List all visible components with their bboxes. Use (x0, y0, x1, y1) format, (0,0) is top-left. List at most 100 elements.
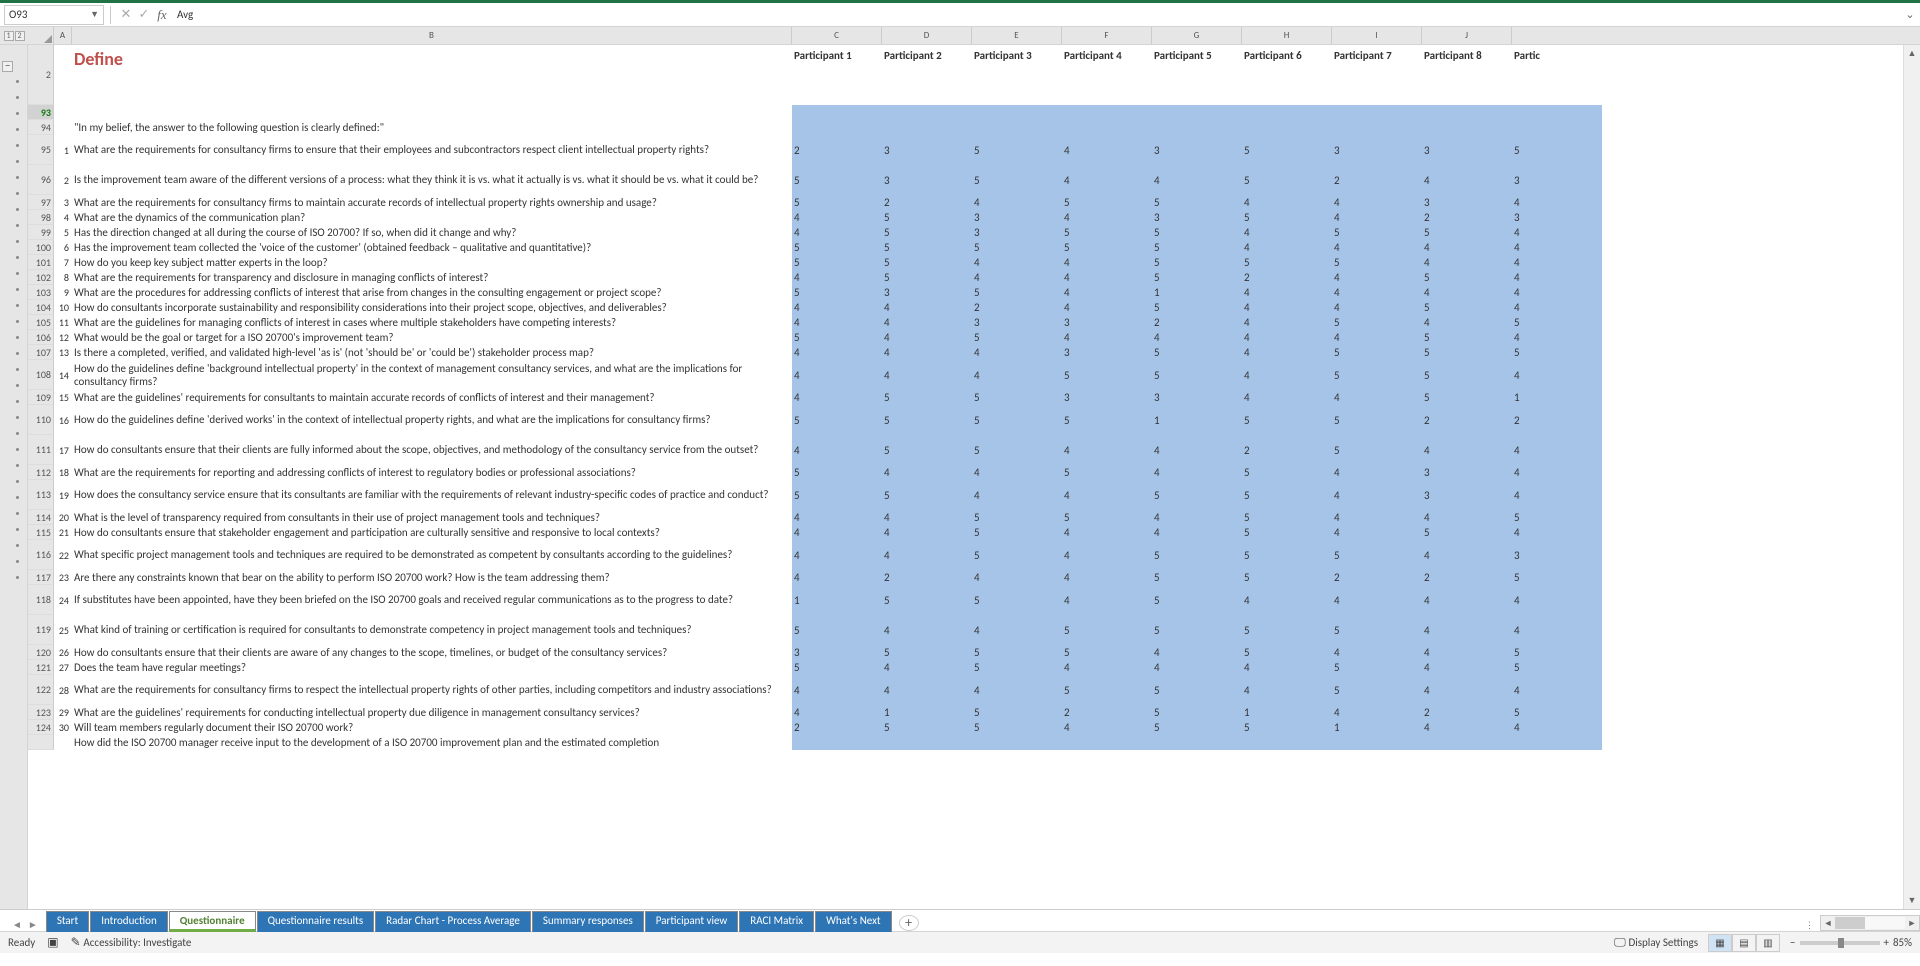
participant-header[interactable]: Participant 7 (1332, 45, 1422, 105)
response-cell[interactable] (1332, 120, 1422, 135)
response-cell[interactable]: 5 (1242, 255, 1332, 270)
response-cell[interactable]: 5 (1422, 330, 1512, 345)
response-cell[interactable]: 5 (1512, 645, 1602, 660)
question-text[interactable]: What is the level of transparency requir… (72, 510, 792, 525)
response-cell[interactable]: 5 (1152, 300, 1242, 315)
response-cell[interactable]: 5 (972, 240, 1062, 255)
response-cell[interactable] (1062, 120, 1152, 135)
response-cell[interactable]: 4 (792, 510, 882, 525)
view-page-break-icon[interactable]: ▥ (1756, 934, 1780, 952)
response-cell[interactable]: 4 (792, 540, 882, 570)
response-cell[interactable]: 5 (1242, 615, 1332, 645)
question-number[interactable]: 9 (54, 285, 72, 300)
response-cell[interactable]: 5 (1332, 405, 1422, 435)
column-header-J[interactable]: J (1422, 27, 1512, 44)
response-cell[interactable]: 4 (792, 315, 882, 330)
zoom-in-button[interactable]: + (1884, 936, 1889, 949)
response-cell[interactable]: 5 (1332, 615, 1422, 645)
response-cell[interactable]: 3 (1062, 315, 1152, 330)
row-header[interactable]: 100 (28, 240, 54, 255)
outline-level-2[interactable]: 2 (15, 31, 25, 41)
row-header[interactable]: 121 (28, 660, 54, 675)
response-cell[interactable]: 4 (972, 570, 1062, 585)
response-cell[interactable]: 4 (1512, 195, 1602, 210)
response-cell[interactable]: 5 (882, 645, 972, 660)
sheet-tab-raci-matrix[interactable]: RACI Matrix (739, 911, 814, 932)
question-number[interactable]: 2 (54, 165, 72, 195)
question-text[interactable]: What are the guidelines for managing con… (72, 315, 792, 330)
response-cell[interactable]: 5 (1332, 675, 1422, 705)
response-cell[interactable]: 5 (1152, 225, 1242, 240)
response-cell[interactable]: 5 (1152, 195, 1242, 210)
response-cell[interactable]: 4 (882, 315, 972, 330)
formula-content[interactable]: Avg (171, 8, 1900, 21)
question-number[interactable]: 23 (54, 570, 72, 585)
response-cell[interactable]: 5 (1242, 525, 1332, 540)
response-cell[interactable]: 5 (972, 135, 1062, 165)
sheet-tab-start[interactable]: Start (46, 911, 89, 932)
response-cell[interactable]: 2 (1422, 210, 1512, 225)
zoom-slider-track[interactable] (1800, 941, 1880, 945)
response-cell[interactable] (1422, 105, 1512, 120)
column-header-I[interactable]: I (1332, 27, 1422, 44)
response-cell[interactable]: 5 (1332, 540, 1422, 570)
response-cell[interactable]: 5 (1512, 660, 1602, 675)
response-cell[interactable] (792, 105, 882, 120)
zoom-out-button[interactable]: − (1790, 936, 1795, 949)
question-number[interactable]: 11 (54, 315, 72, 330)
response-cell[interactable]: 4 (1422, 240, 1512, 255)
response-cell[interactable]: 5 (1242, 480, 1332, 510)
response-cell[interactable]: 1 (882, 705, 972, 720)
question-text[interactable]: Has the improvement team collected the '… (72, 240, 792, 255)
response-cell[interactable]: 5 (1062, 615, 1152, 645)
question-number[interactable]: 13 (54, 345, 72, 360)
sheet-tab-questionnaire-results[interactable]: Questionnaire results (257, 911, 375, 932)
response-cell[interactable]: 4 (1242, 240, 1332, 255)
response-cell[interactable]: 2 (792, 720, 882, 735)
question-number[interactable]: 14 (54, 360, 72, 390)
response-cell[interactable]: 4 (1242, 330, 1332, 345)
response-cell[interactable]: 5 (792, 255, 882, 270)
response-cell[interactable]: 4 (1332, 510, 1422, 525)
response-cell[interactable]: 1 (1152, 285, 1242, 300)
response-cell[interactable]: 4 (882, 510, 972, 525)
response-cell[interactable]: 5 (1512, 705, 1602, 720)
question-text[interactable]: What are the requirements for transparen… (72, 270, 792, 285)
question-number[interactable]: 6 (54, 240, 72, 255)
response-cell[interactable]: 5 (1242, 510, 1332, 525)
response-cell[interactable]: 4 (1422, 285, 1512, 300)
response-cell[interactable]: 5 (882, 225, 972, 240)
response-cell[interactable] (792, 735, 882, 750)
response-cell[interactable]: 4 (1332, 330, 1422, 345)
question-text[interactable]: Are there any constraints known that bea… (72, 570, 792, 585)
question-number[interactable] (54, 120, 72, 135)
question-text[interactable]: What are the requirements for consultanc… (72, 195, 792, 210)
response-cell[interactable]: 3 (1512, 165, 1602, 195)
response-cell[interactable]: 5 (1152, 570, 1242, 585)
response-cell[interactable]: 4 (972, 465, 1062, 480)
response-cell[interactable]: 5 (1332, 255, 1422, 270)
response-cell[interactable] (882, 735, 972, 750)
response-cell[interactable]: 2 (1242, 270, 1332, 285)
response-cell[interactable] (1242, 120, 1332, 135)
response-cell[interactable] (972, 105, 1062, 120)
response-cell[interactable]: 4 (1152, 465, 1242, 480)
vertical-scrollbar[interactable]: ▲ ▼ (1903, 45, 1920, 909)
response-cell[interactable]: 3 (882, 135, 972, 165)
response-cell[interactable]: 5 (882, 585, 972, 615)
response-cell[interactable]: 3 (1152, 135, 1242, 165)
row-header[interactable]: 97 (28, 195, 54, 210)
response-cell[interactable]: 5 (882, 240, 972, 255)
question-number[interactable]: 4 (54, 210, 72, 225)
response-cell[interactable]: 4 (1242, 195, 1332, 210)
view-page-layout-icon[interactable]: ▤ (1732, 934, 1756, 952)
sheet-tab-introduction[interactable]: Introduction (90, 911, 168, 932)
tab-options-icon[interactable]: ⋮ (1805, 920, 1814, 931)
row-header[interactable]: 114 (28, 510, 54, 525)
response-cell[interactable]: 3 (1062, 390, 1152, 405)
response-cell[interactable] (1332, 735, 1422, 750)
scroll-down-icon[interactable]: ▼ (1904, 892, 1920, 909)
response-cell[interactable]: 3 (972, 225, 1062, 240)
response-cell[interactable]: 5 (1332, 315, 1422, 330)
response-cell[interactable]: 4 (1152, 660, 1242, 675)
